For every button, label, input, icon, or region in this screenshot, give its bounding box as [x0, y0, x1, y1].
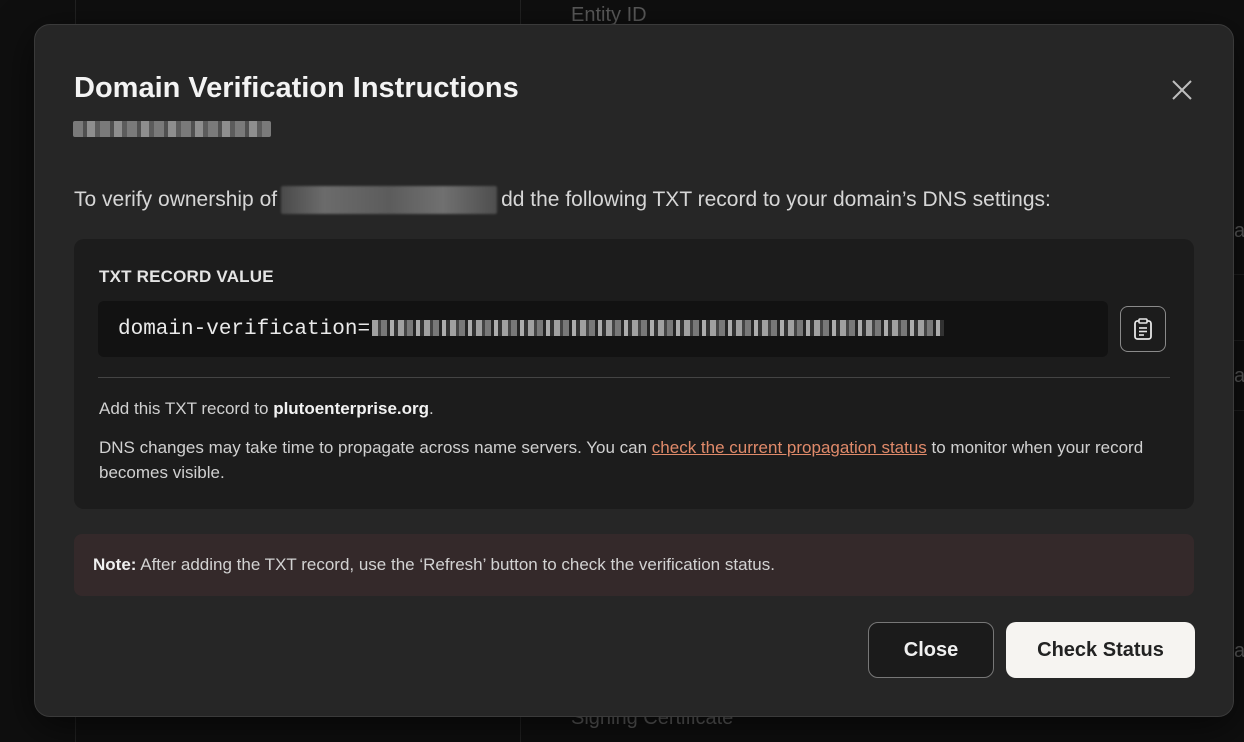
txt-record-label: TXT RECORD VALUE [99, 267, 274, 286]
check-status-button[interactable]: Check Status [1006, 622, 1195, 678]
add-record-instruction: Add this TXT record to plutoenterprise.o… [99, 399, 434, 419]
note-body: After adding the TXT record, use the ‘Re… [136, 555, 775, 574]
dns-text-before: DNS changes may take time to propagate a… [99, 438, 652, 457]
close-icon[interactable] [1167, 75, 1197, 105]
target-domain: plutoenterprise.org [273, 399, 430, 418]
dialog-title: Domain Verification Instructions [74, 72, 519, 104]
background-edge-text: a [1234, 220, 1244, 242]
propagation-status-link[interactable]: check the current propagation status [652, 438, 927, 457]
redacted-verification-token [372, 319, 945, 336]
divider [98, 377, 1170, 378]
add-suffix: . [429, 399, 434, 418]
dns-propagation-text: DNS changes may take time to propagate a… [99, 435, 1169, 485]
txt-record-panel: TXT RECORD VALUE domain-verification= Ad… [74, 239, 1194, 509]
note-text: Note: After adding the TXT record, use t… [93, 555, 775, 575]
domain-verification-dialog: Domain Verification Instructions To veri… [34, 24, 1234, 717]
txt-record-value-prefix: domain-verification= [118, 317, 371, 341]
note-banner: Note: After adding the TXT record, use t… [74, 534, 1194, 596]
redacted-domain [281, 186, 498, 214]
intro-text: To verify ownership of dd the following … [74, 186, 1051, 214]
clipboard-icon [1134, 318, 1152, 340]
intro-prefix: To verify ownership of [74, 188, 278, 211]
note-label: Note: [93, 555, 137, 574]
txt-record-value-field[interactable]: domain-verification= [98, 301, 1108, 357]
txt-record-value: domain-verification= [118, 317, 945, 341]
add-prefix: Add this TXT record to [99, 399, 274, 418]
background-edge-text: a [1234, 365, 1244, 387]
intro-suffix: dd the following TXT record to your doma… [501, 188, 1051, 211]
redacted-subtitle [73, 121, 271, 137]
copy-button[interactable] [1120, 306, 1166, 352]
close-button[interactable]: Close [868, 622, 994, 678]
background-edge-text: a [1234, 640, 1244, 662]
